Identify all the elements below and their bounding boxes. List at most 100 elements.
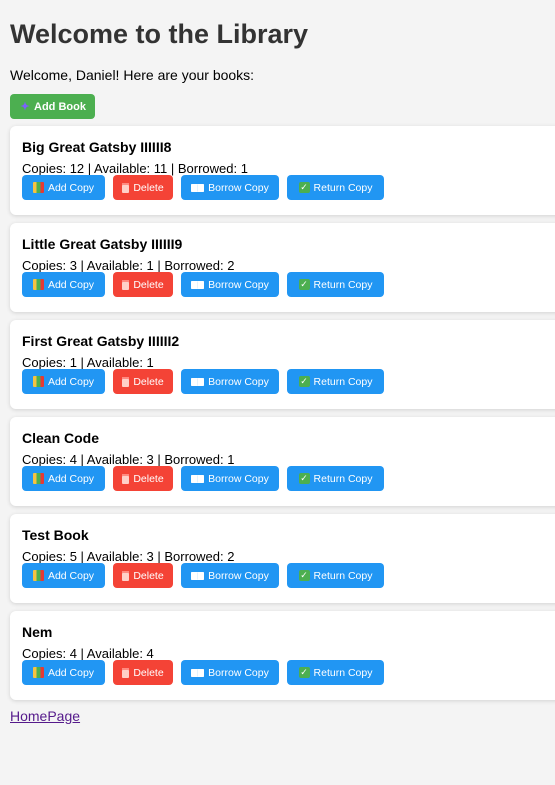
book-actions: Add Copy Delete Borrow Copy ✓ Return Copy <box>22 660 555 685</box>
borrow-copy-button[interactable]: Borrow Copy <box>181 175 279 200</box>
book-title: Test Book <box>22 527 89 543</box>
borrow-copy-label: Borrow Copy <box>208 472 269 485</box>
add-copy-label: Add Copy <box>47 569 95 582</box>
library-page: Welcome to the Library Welcome, Daniel! … <box>0 0 555 726</box>
trash-icon <box>122 473 130 484</box>
open-book-icon <box>191 280 205 289</box>
book-stats: Copies: 3 | Available: 1 | Borrowed: 2 <box>22 258 235 273</box>
book-card: First Great Gatsby IIIIII2 Copies: 1 | A… <box>10 320 555 409</box>
add-copy-label: Add Copy <box>47 375 95 388</box>
trash-icon <box>122 570 130 581</box>
add-copy-button[interactable]: Add Copy <box>22 563 105 588</box>
borrow-copy-label: Borrow Copy <box>208 375 269 388</box>
book-stats: Copies: 5 | Available: 3 | Borrowed: 2 <box>22 549 235 564</box>
return-copy-button[interactable]: ✓ Return Copy <box>287 466 384 491</box>
return-copy-button[interactable]: ✓ Return Copy <box>287 369 384 394</box>
book-actions: Add Copy Delete Borrow Copy ✓ Return Copy <box>22 466 555 491</box>
add-copy-label: Add Copy <box>47 472 95 485</box>
book-card: Test Book Copies: 5 | Available: 3 | Bor… <box>10 514 555 603</box>
delete-button[interactable]: Delete <box>113 175 173 200</box>
return-copy-button[interactable]: ✓ Return Copy <box>287 272 384 297</box>
return-copy-button[interactable]: ✓ Return Copy <box>287 563 384 588</box>
open-book-icon <box>191 571 205 580</box>
delete-label: Delete <box>133 278 164 291</box>
welcome-message: Welcome, Daniel! Here are your books: <box>10 67 255 83</box>
home-page-link[interactable]: HomePage <box>10 708 80 724</box>
delete-label: Delete <box>133 472 164 485</box>
borrow-copy-button[interactable]: Borrow Copy <box>181 563 279 588</box>
delete-label: Delete <box>133 375 164 388</box>
borrow-copy-label: Borrow Copy <box>208 569 269 582</box>
borrow-copy-button[interactable]: Borrow Copy <box>181 660 279 685</box>
add-copy-button[interactable]: Add Copy <box>22 369 105 394</box>
page-title: Welcome to the Library <box>10 19 309 49</box>
add-copy-button[interactable]: Add Copy <box>22 660 105 685</box>
open-book-icon <box>191 668 205 677</box>
book-card: Big Great Gatsby IIIIII8 Copies: 12 | Av… <box>10 126 555 215</box>
book-title: Little Great Gatsby IIIIII9 <box>22 236 183 252</box>
check-mark-icon: ✓ <box>298 473 310 484</box>
open-book-icon <box>191 183 205 192</box>
add-copy-button[interactable]: Add Copy <box>22 175 105 200</box>
borrow-copy-label: Borrow Copy <box>208 666 269 679</box>
return-copy-label: Return Copy <box>313 569 373 582</box>
sparkle-icon: ✦ <box>20 100 30 113</box>
check-mark-icon: ✓ <box>298 570 310 581</box>
delete-button[interactable]: Delete <box>113 660 173 685</box>
book-title: Big Great Gatsby IIIIII8 <box>22 139 172 155</box>
books-icon <box>32 376 44 387</box>
book-stats: Copies: 4 | Available: 3 | Borrowed: 1 <box>22 452 235 467</box>
return-copy-button[interactable]: ✓ Return Copy <box>287 175 384 200</box>
book-title: First Great Gatsby IIIIII2 <box>22 333 180 349</box>
borrow-copy-button[interactable]: Borrow Copy <box>181 272 279 297</box>
return-copy-label: Return Copy <box>313 278 373 291</box>
book-actions: Add Copy Delete Borrow Copy ✓ Return Copy <box>22 272 555 297</box>
return-copy-label: Return Copy <box>313 181 373 194</box>
check-mark-icon: ✓ <box>298 376 310 387</box>
book-card: Little Great Gatsby IIIIII9 Copies: 3 | … <box>10 223 555 312</box>
trash-icon <box>122 182 130 193</box>
book-title: Clean Code <box>22 430 100 446</box>
book-list: Big Great Gatsby IIIIII8 Copies: 12 | Av… <box>10 126 555 700</box>
borrow-copy-label: Borrow Copy <box>208 278 269 291</box>
book-stats: Copies: 12 | Available: 11 | Borrowed: 1 <box>22 161 248 176</box>
add-copy-button[interactable]: Add Copy <box>22 272 105 297</box>
borrow-copy-button[interactable]: Borrow Copy <box>181 369 279 394</box>
delete-button[interactable]: Delete <box>113 272 173 297</box>
delete-label: Delete <box>133 666 164 679</box>
book-actions: Add Copy Delete Borrow Copy ✓ Return Copy <box>22 563 555 588</box>
add-copy-label: Add Copy <box>47 278 95 291</box>
books-icon <box>32 182 44 193</box>
borrow-copy-label: Borrow Copy <box>208 181 269 194</box>
add-copy-button[interactable]: Add Copy <box>22 466 105 491</box>
book-actions: Add Copy Delete Borrow Copy ✓ Return Copy <box>22 175 555 200</box>
open-book-icon <box>191 377 205 386</box>
check-mark-icon: ✓ <box>298 279 310 290</box>
books-icon <box>32 570 44 581</box>
return-copy-label: Return Copy <box>313 472 373 485</box>
add-book-button[interactable]: ✦ Add Book <box>10 94 95 119</box>
books-icon <box>32 667 44 678</box>
add-book-label: Add Book <box>34 100 86 113</box>
check-mark-icon: ✓ <box>298 667 310 678</box>
book-actions: Add Copy Delete Borrow Copy ✓ Return Copy <box>22 369 555 394</box>
books-icon <box>32 279 44 290</box>
book-card: Clean Code Copies: 4 | Available: 3 | Bo… <box>10 417 555 506</box>
delete-label: Delete <box>133 181 164 194</box>
add-copy-label: Add Copy <box>47 181 95 194</box>
return-copy-label: Return Copy <box>313 666 373 679</box>
trash-icon <box>122 279 130 290</box>
delete-button[interactable]: Delete <box>113 369 173 394</box>
trash-icon <box>122 376 130 387</box>
delete-button[interactable]: Delete <box>113 466 173 491</box>
return-copy-label: Return Copy <box>313 375 373 388</box>
return-copy-button[interactable]: ✓ Return Copy <box>287 660 384 685</box>
borrow-copy-button[interactable]: Borrow Copy <box>181 466 279 491</box>
books-icon <box>32 473 44 484</box>
open-book-icon <box>191 474 205 483</box>
delete-button[interactable]: Delete <box>113 563 173 588</box>
add-copy-label: Add Copy <box>47 666 95 679</box>
check-mark-icon: ✓ <box>298 182 310 193</box>
book-stats: Copies: 4 | Available: 4 <box>22 646 154 661</box>
delete-label: Delete <box>133 569 164 582</box>
